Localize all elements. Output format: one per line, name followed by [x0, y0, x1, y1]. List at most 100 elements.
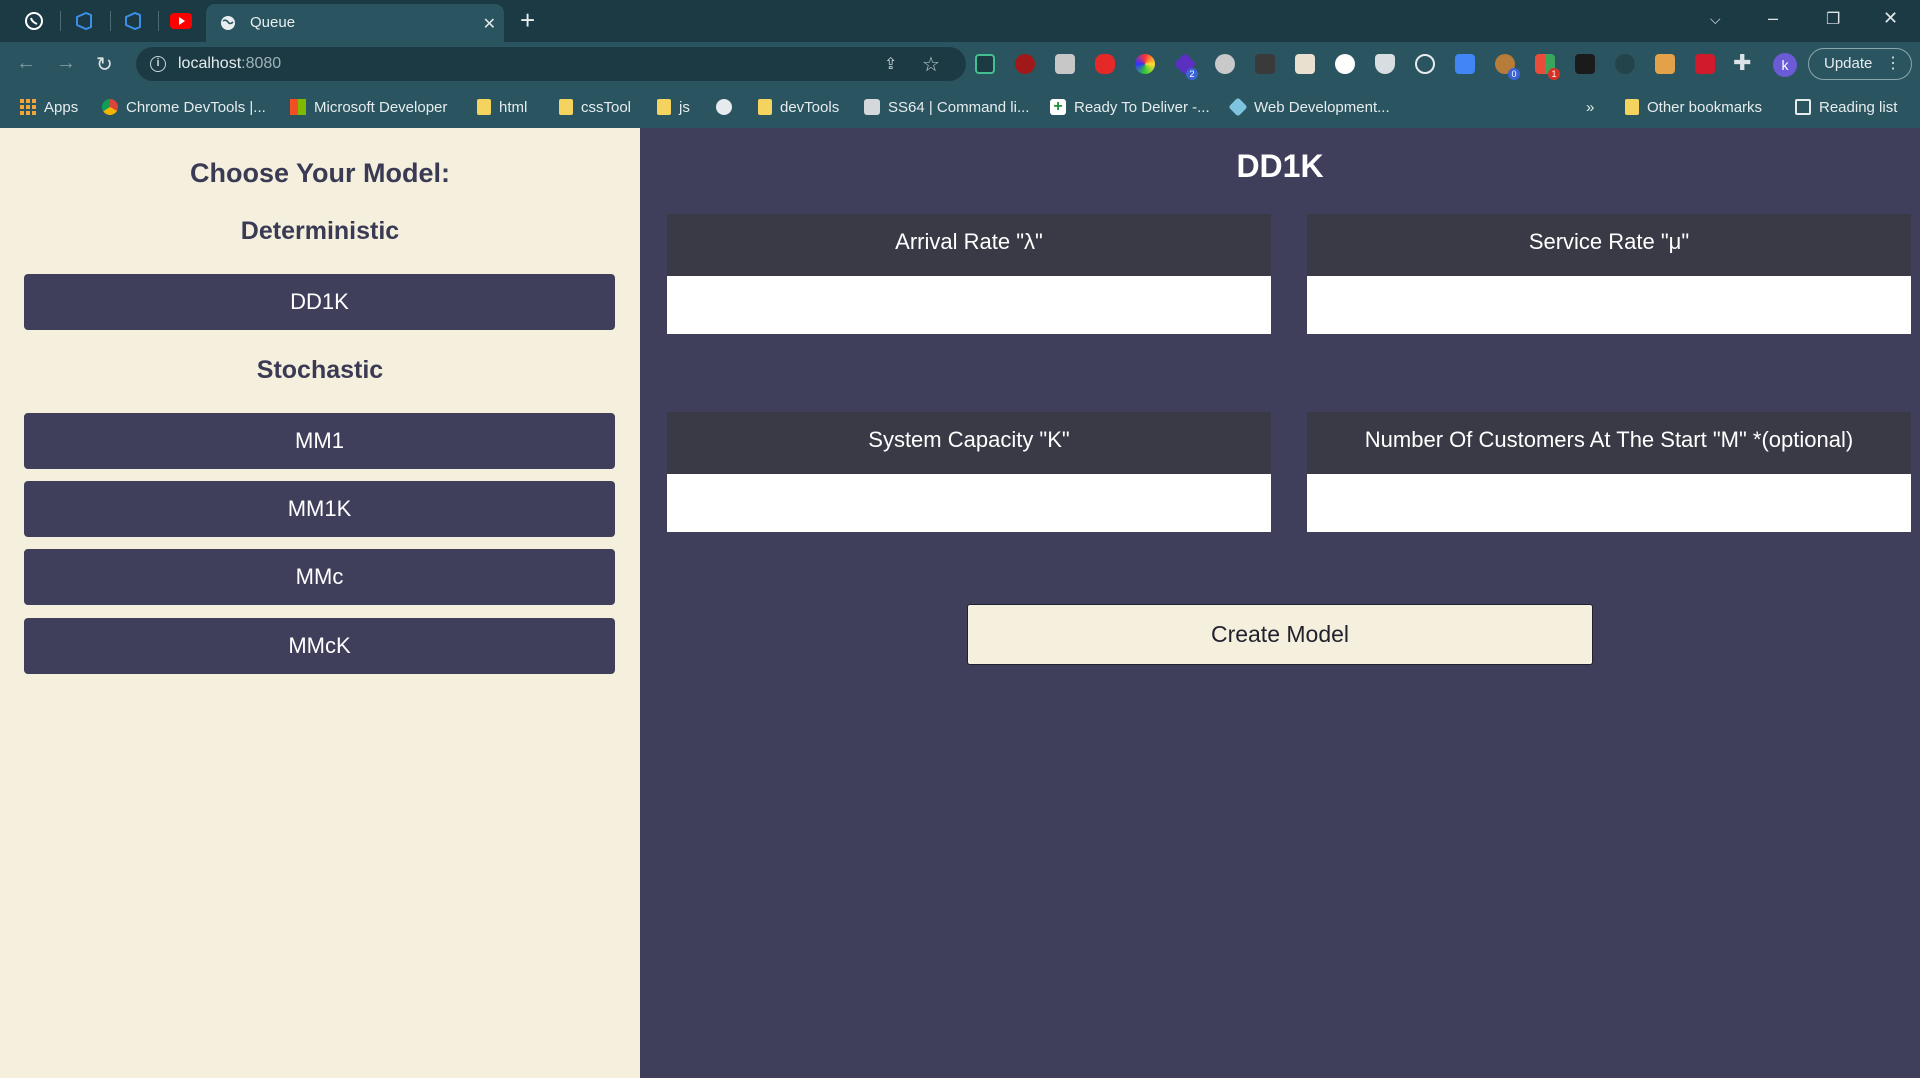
pinned-tab-youtube[interactable] — [167, 8, 195, 34]
reading-list-button[interactable]: Reading list — [1795, 96, 1897, 118]
extension-ublock-icon[interactable] — [1015, 54, 1035, 74]
update-label: Update — [1824, 55, 1873, 72]
close-tab-icon[interactable]: ✕ — [483, 14, 496, 34]
active-tab[interactable]: Queue ✕ — [206, 4, 504, 42]
extension-color-icon[interactable] — [1135, 54, 1155, 74]
extension-w-icon[interactable] — [1335, 54, 1355, 74]
extension-monitor-icon[interactable] — [975, 54, 995, 74]
extension-game-icon[interactable] — [1295, 54, 1315, 74]
bookmark-folder-js[interactable]: js — [657, 96, 690, 118]
chrome-icon — [102, 99, 118, 115]
extensions-puzzle-icon[interactable]: ✚ — [1733, 50, 1751, 76]
model-title: DD1K — [1236, 148, 1324, 184]
arrival-rate-input[interactable] — [667, 276, 1271, 334]
bookmark-globe[interactable] — [716, 96, 740, 118]
bookmark-label: Apps — [44, 98, 79, 116]
bookmark-label: cssTool — [581, 98, 632, 116]
extension-screen-icon[interactable] — [1655, 54, 1675, 74]
share-icon[interactable]: ⇪ — [884, 54, 897, 74]
extension-bulb-icon[interactable] — [1615, 54, 1635, 74]
extension-badge: 0 — [1508, 68, 1520, 80]
bookmark-folder-devtools[interactable]: devTools — [758, 96, 839, 118]
extension-gear-icon[interactable] — [1215, 54, 1235, 74]
extension-badge: 2 — [1186, 68, 1198, 80]
menu-dots-icon: ⋮ — [1885, 55, 1901, 72]
folder-icon — [477, 99, 491, 115]
extension-shield-icon[interactable] — [1375, 54, 1395, 74]
bookmark-folder-csstool[interactable]: cssTool — [559, 96, 631, 118]
bookmark-ss64[interactable]: SS64 | Command li... — [864, 96, 1029, 118]
system-capacity-label: System Capacity "K" — [667, 412, 1271, 474]
tab-separator — [110, 11, 111, 31]
create-model-button[interactable]: Create Model — [967, 604, 1593, 665]
initial-customers-label: Number Of Customers At The Start "M" *(o… — [1307, 412, 1911, 474]
azure-devops-icon — [125, 11, 141, 31]
pinned-tab-azure-2[interactable] — [119, 8, 147, 34]
system-capacity-input[interactable] — [667, 474, 1271, 532]
bookmark-other-bookmarks[interactable]: Other bookmarks — [1625, 96, 1762, 118]
model-button-mmc[interactable]: MMc — [24, 549, 615, 605]
address-bar[interactable]: i localhost:8080 ⇪ ☆ — [136, 47, 966, 81]
bookmark-apps[interactable]: Apps — [20, 96, 78, 118]
bookmark-ready-to-deliver[interactable]: + Ready To Deliver -... — [1050, 96, 1210, 118]
folder-icon — [758, 99, 772, 115]
reading-list-icon — [1795, 99, 1811, 115]
bookmark-label: js — [679, 98, 690, 116]
profile-avatar[interactable]: k — [1773, 53, 1797, 77]
bookmark-label: html — [499, 98, 528, 116]
tab-search-icon[interactable]: ⌵ — [1710, 11, 1721, 28]
folder-icon — [1625, 99, 1639, 115]
bookmark-microsoft-developer[interactable]: Microsoft Developer — [290, 96, 447, 118]
url-host: localhost — [178, 55, 242, 72]
extension-glasses-icon[interactable] — [1575, 54, 1595, 74]
bookmark-label: devTools — [780, 98, 840, 116]
plus-icon: + — [1050, 99, 1066, 115]
deterministic-heading: Deterministic — [240, 217, 400, 245]
pinned-tab-whatsapp[interactable] — [20, 8, 48, 34]
reload-icon[interactable]: ↻ — [96, 52, 113, 77]
new-tab-button[interactable]: + — [520, 6, 535, 34]
service-rate-input[interactable] — [1307, 276, 1911, 334]
forward-icon[interactable]: → — [56, 52, 76, 75]
back-icon[interactable]: ← — [16, 52, 36, 75]
tab-title: Queue — [250, 14, 296, 31]
globe-icon — [221, 16, 235, 30]
site-info-icon[interactable]: i — [150, 56, 166, 72]
service-rate-field: Service Rate "μ" — [1307, 214, 1911, 334]
apps-grid-icon — [20, 99, 36, 115]
browser-toolbar: ← → ↻ i localhost:8080 ⇪ ☆ 2 0 1 ✚ k Upd… — [0, 42, 1920, 86]
extension-react-icon[interactable] — [1415, 54, 1435, 74]
extension-badge: 1 — [1548, 68, 1560, 80]
bookmark-label: Ready To Deliver -... — [1074, 98, 1210, 116]
update-button[interactable]: Update ⋮ — [1808, 48, 1912, 80]
minimize-icon[interactable]: – — [1768, 8, 1778, 29]
initial-customers-input[interactable] — [1307, 474, 1911, 532]
bookmark-label: Reading list — [1819, 98, 1898, 116]
extension-font-icon[interactable] — [1055, 54, 1075, 74]
bookmarks-bar: Apps Chrome DevTools |... Microsoft Deve… — [0, 86, 1920, 128]
bookmark-label: SS64 | Command li... — [888, 98, 1030, 116]
bookmark-star-icon[interactable]: ☆ — [922, 52, 940, 77]
restore-icon[interactable]: ❐ — [1826, 9, 1840, 29]
model-button-dd1k[interactable]: DD1K — [24, 274, 615, 330]
model-form-panel: DD1K Arrival Rate "λ" Service Rate "μ" S… — [640, 128, 1920, 1078]
bookmark-label: Chrome DevTools |... — [126, 98, 266, 116]
more-bookmarks-button[interactable]: » — [1586, 96, 1594, 118]
close-window-icon[interactable]: ✕ — [1883, 8, 1898, 29]
model-button-mm1[interactable]: MM1 — [24, 413, 615, 469]
bookmark-folder-html[interactable]: html — [477, 96, 527, 118]
system-capacity-field: System Capacity "K" — [667, 412, 1271, 532]
extension-youtube-icon[interactable] — [1095, 54, 1115, 74]
pinned-tab-azure-1[interactable] — [70, 8, 98, 34]
arrival-rate-label: Arrival Rate "λ" — [667, 214, 1271, 276]
model-button-mm1k[interactable]: MM1K — [24, 481, 615, 537]
model-button-mmck[interactable]: MMcK — [24, 618, 615, 674]
extension-play-icon[interactable] — [1695, 54, 1715, 74]
extension-translate-icon[interactable] — [1455, 54, 1475, 74]
bookmark-chrome-devtools[interactable]: Chrome DevTools |... — [102, 96, 266, 118]
whatsapp-icon — [25, 12, 43, 30]
stochastic-heading: Stochastic — [256, 356, 384, 384]
extension-cube-icon[interactable] — [1255, 54, 1275, 74]
tab-separator — [60, 11, 61, 31]
bookmark-web-development[interactable]: Web Development... — [1228, 96, 1390, 118]
